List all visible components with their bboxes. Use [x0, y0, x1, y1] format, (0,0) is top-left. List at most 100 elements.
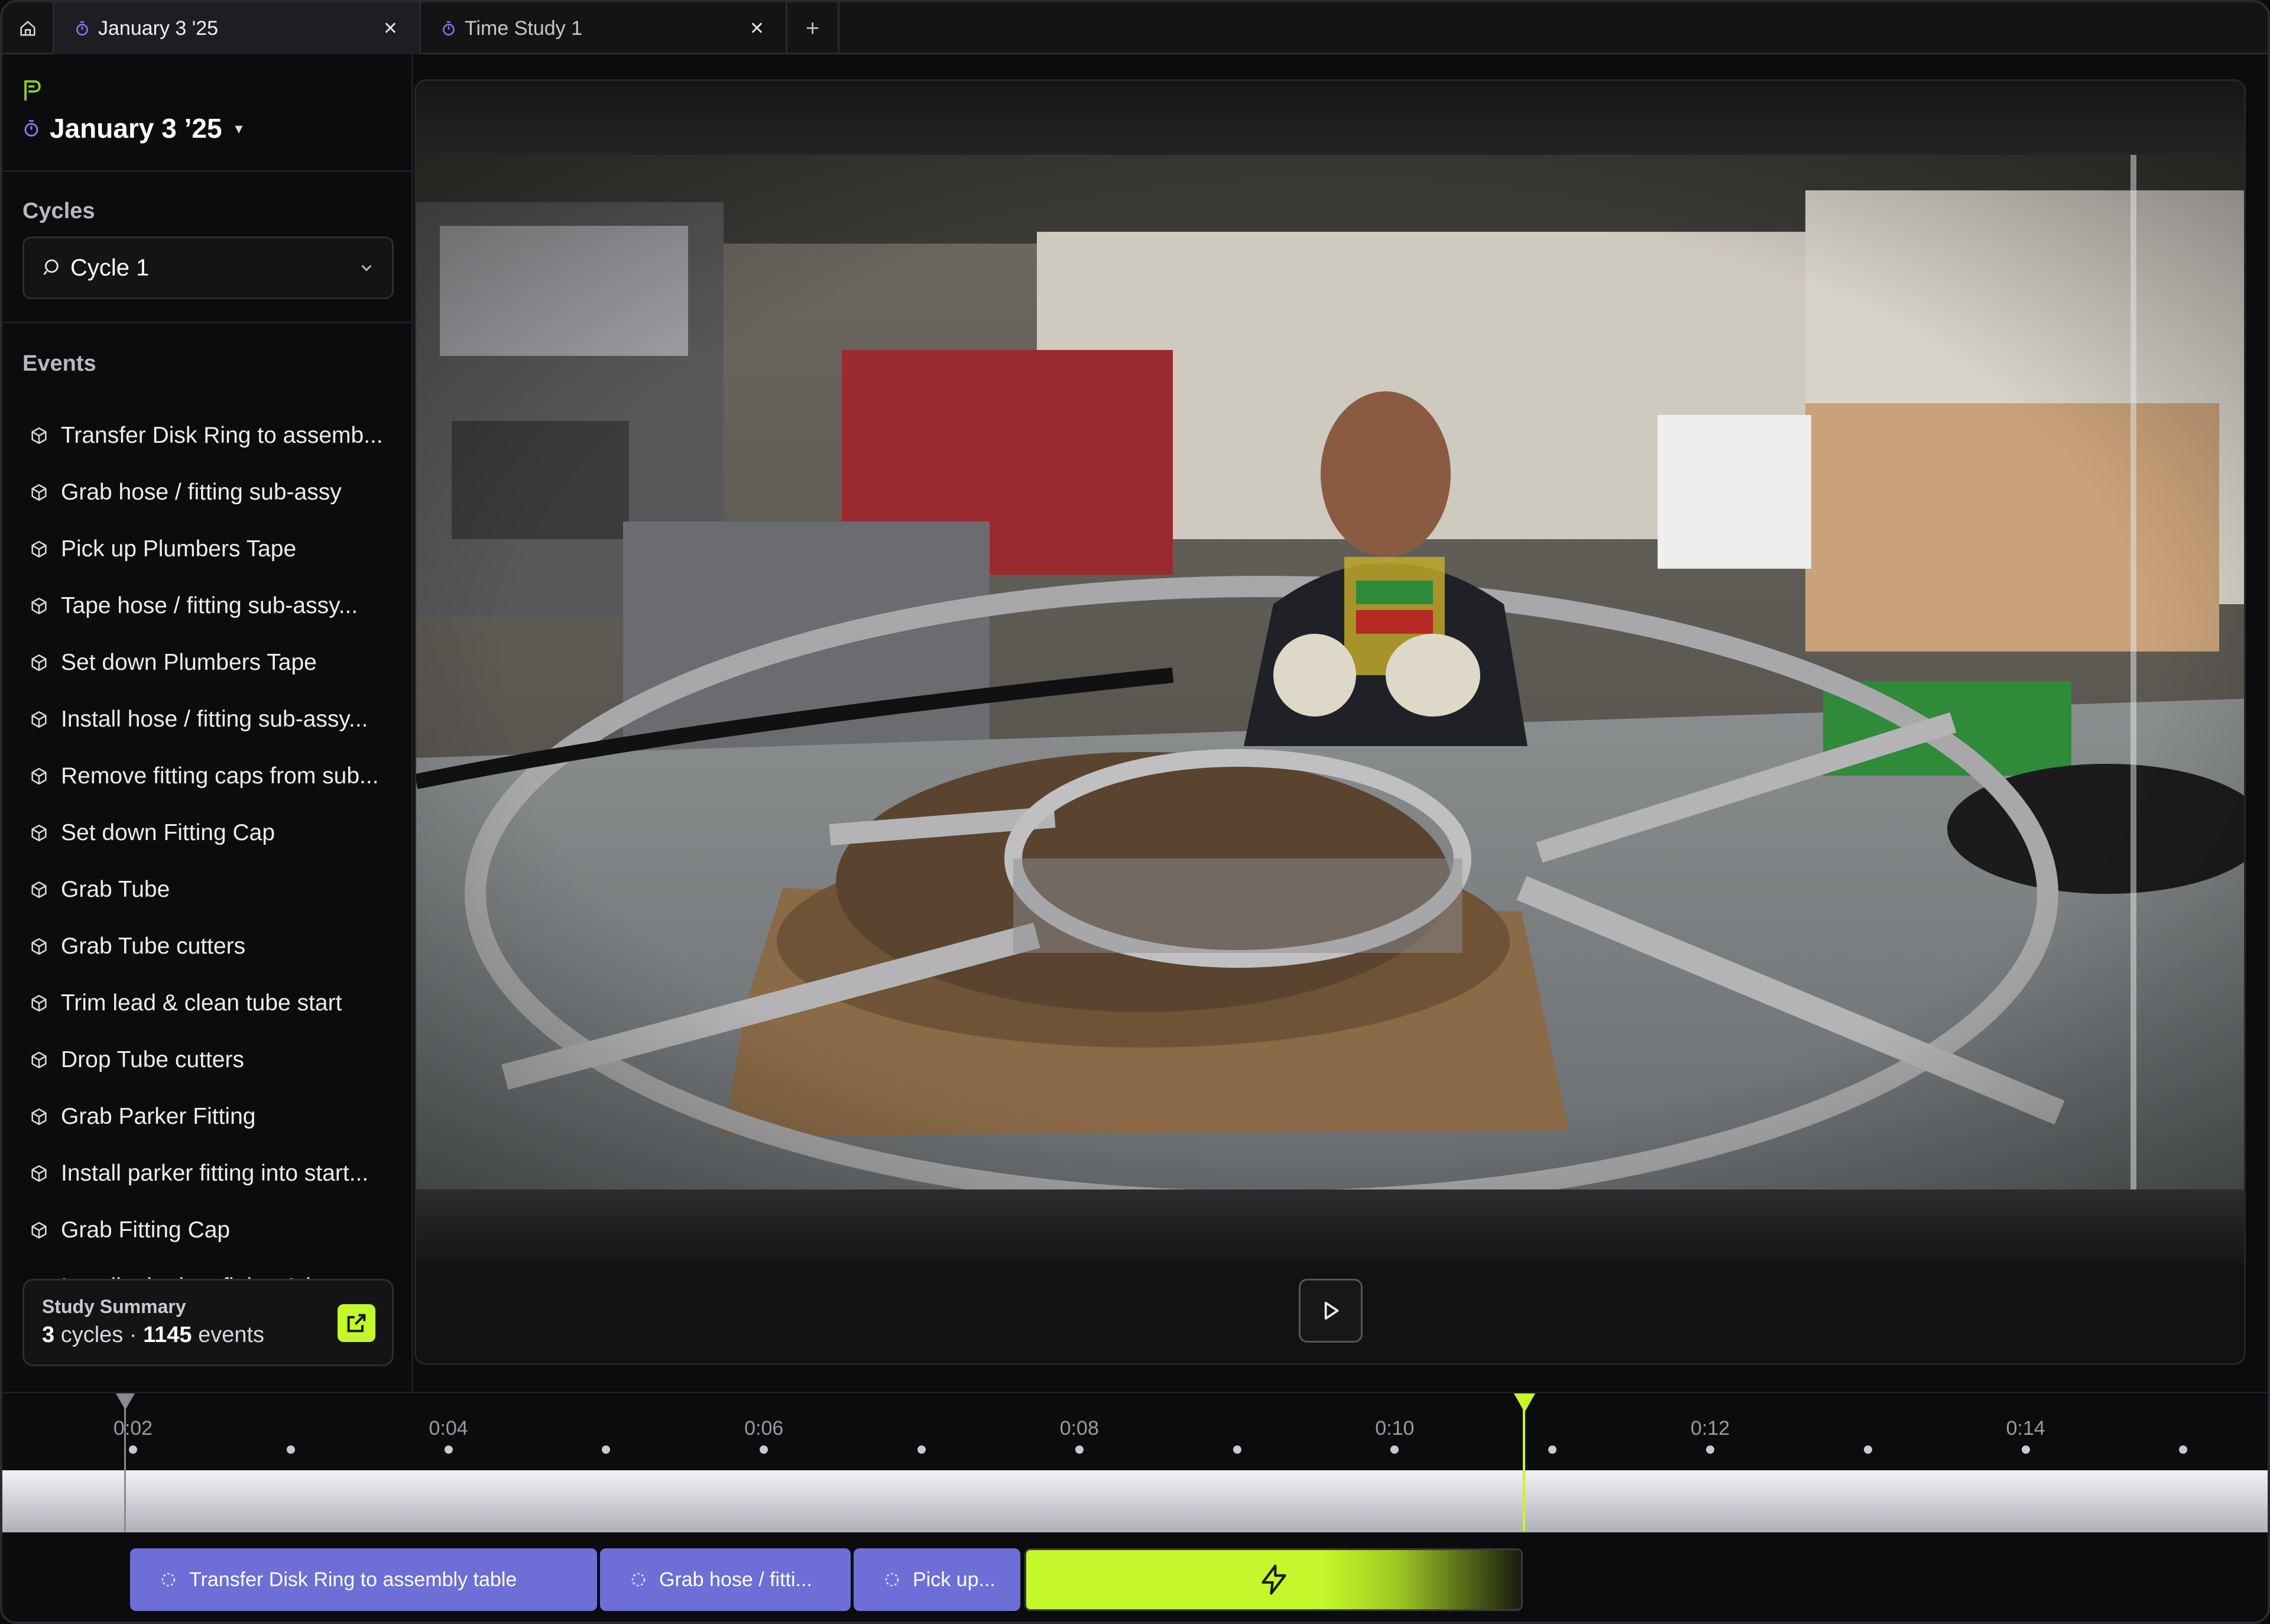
- tab-title: January 3 '25: [98, 17, 219, 40]
- dashed-circle-icon: [161, 1573, 176, 1587]
- trim-start-marker[interactable]: [124, 1393, 126, 1532]
- tick-label: 0:04: [429, 1417, 468, 1440]
- event-list-item[interactable]: Install hose / fitting sub-assy...: [2, 691, 413, 748]
- cube-icon: [31, 1221, 47, 1239]
- cube-icon: [31, 654, 47, 672]
- events-count: 1145: [143, 1322, 192, 1347]
- cycles-heading: Cycles: [22, 199, 95, 223]
- tick-dot: [2179, 1445, 2188, 1454]
- trim-start-handle[interactable]: [116, 1393, 135, 1410]
- brand-logo-icon: [24, 80, 41, 101]
- event-label: Transfer Disk Ring to assemb...: [61, 423, 383, 448]
- event-label: Tape hose / fitting sub-assy...: [61, 593, 358, 618]
- video-frame[interactable]: [416, 81, 2244, 1263]
- event-list-item[interactable]: Transfer Disk Ring to assemb...: [2, 407, 413, 464]
- event-label: Trim lead & clean tube start: [61, 990, 342, 1016]
- event-label: Set down Fitting Cap: [61, 820, 275, 845]
- tick-dot: [602, 1445, 611, 1454]
- playhead[interactable]: [1523, 1393, 1525, 1531]
- close-icon[interactable]: ✕: [750, 18, 764, 39]
- event-segment-label: Pick up...: [913, 1568, 995, 1591]
- event-list-item[interactable]: Grab hose / fitting sub-assy: [2, 464, 413, 521]
- event-list-item[interactable]: Drop Tube cutters: [2, 1032, 413, 1088]
- event-list-item[interactable]: Pick up Plumbers Tape: [2, 521, 413, 578]
- cube-icon: [31, 881, 47, 899]
- dashed-circle-icon: [885, 1573, 899, 1587]
- chevron-down-icon: [361, 265, 372, 271]
- event-list-item[interactable]: Set down Fitting Cap: [2, 805, 413, 861]
- events-heading: Events: [22, 351, 96, 376]
- event-label: Grab hose / fitting sub-assy: [61, 479, 342, 505]
- tab-time-study[interactable]: Time Study 1 ✕: [421, 2, 787, 54]
- event-segment[interactable]: Grab hose / fitti...: [600, 1548, 851, 1611]
- tick-dot: [1548, 1445, 1557, 1454]
- app-window: January 3 '25 ✕ Time Study 1 ✕ + January…: [0, 0, 2270, 1624]
- cube-icon: [31, 994, 47, 1012]
- study-title-text: January 3 ’25: [50, 113, 222, 144]
- event-list-item[interactable]: Trim lead & clean tube start: [2, 975, 413, 1032]
- tick-dot: [1863, 1445, 1872, 1454]
- tick-dot: [917, 1445, 926, 1454]
- study-summary-card: Study Summary 3 cycles · 1145 events: [22, 1279, 394, 1366]
- events-word: events: [198, 1322, 265, 1347]
- tab-study-january[interactable]: January 3 '25 ✕: [54, 2, 421, 54]
- cycle-select[interactable]: Cycle 1: [22, 236, 394, 299]
- cube-icon: [31, 824, 47, 842]
- stopwatch-icon: [76, 21, 88, 36]
- recording-segment[interactable]: [1024, 1548, 1523, 1611]
- home-tab[interactable]: [2, 2, 54, 54]
- cube-icon: [31, 597, 47, 615]
- cube-icon: [31, 711, 47, 728]
- event-label: Pick up Plumbers Tape: [61, 536, 297, 562]
- cycle-icon: [43, 259, 59, 275]
- event-list-item[interactable]: Grab Tube cutters: [2, 918, 413, 975]
- event-list: Transfer Disk Ring to assemb... Grab hose…: [2, 407, 413, 1279]
- cube-icon: [31, 1108, 47, 1126]
- tab-bar: January 3 '25 ✕ Time Study 1 ✕ +: [2, 2, 2268, 54]
- divider: [2, 170, 413, 172]
- event-list-item[interactable]: Remove fitting caps from sub...: [2, 748, 413, 805]
- new-tab-button[interactable]: +: [787, 2, 839, 54]
- event-segment-label: Transfer Disk Ring to assembly table: [189, 1568, 517, 1591]
- cycle-select-value: Cycle 1: [70, 254, 150, 281]
- event-label: Grab Parker Fitting: [61, 1104, 256, 1129]
- play-icon: [1324, 1301, 1339, 1320]
- event-list-item[interactable]: Grab Parker Fitting: [2, 1088, 413, 1145]
- playhead-handle[interactable]: [1514, 1393, 1535, 1412]
- event-list-item[interactable]: Set down Plumbers Tape: [2, 634, 413, 691]
- event-label: Set down Plumbers Tape: [61, 650, 317, 675]
- cube-icon: [31, 1165, 47, 1182]
- timeline-track[interactable]: [2, 1470, 2268, 1532]
- event-label: Remove fitting caps from sub...: [61, 763, 379, 789]
- event-segment[interactable]: Pick up...: [854, 1548, 1020, 1611]
- event-list-item[interactable]: Grab Fitting Cap: [2, 1202, 413, 1259]
- cube-icon: [31, 427, 47, 445]
- open-summary-button[interactable]: [338, 1304, 375, 1342]
- video-letterbox-bottom: [416, 1189, 2244, 1263]
- tick-label: 0:08: [1059, 1417, 1099, 1440]
- tick-dot: [1233, 1445, 1241, 1454]
- event-list-item[interactable]: Tape hose / fitting sub-assy...: [2, 578, 413, 634]
- tick-label: 0:12: [1690, 1417, 1730, 1440]
- cube-icon: [31, 1051, 47, 1069]
- event-list-item[interactable]: Install tube into fitting & insta...: [2, 1259, 413, 1279]
- tick-label: 0:10: [1375, 1417, 1415, 1440]
- tick-label: 0:02: [113, 1417, 153, 1440]
- close-icon[interactable]: ✕: [383, 18, 398, 39]
- event-segment[interactable]: Transfer Disk Ring to assembly table: [130, 1548, 597, 1611]
- event-list-item[interactable]: Grab Tube: [2, 861, 413, 918]
- summary-stats: 3 cycles · 1145 events: [42, 1322, 374, 1348]
- stopwatch-icon: [24, 120, 38, 137]
- home-icon: [20, 21, 35, 36]
- event-label: Install parker fitting into start...: [61, 1161, 369, 1186]
- tick-dot: [286, 1445, 295, 1454]
- event-label: Drop Tube cutters: [61, 1047, 244, 1072]
- timeline[interactable]: Transfer Disk Ring to assembly table Gra…: [2, 1392, 2268, 1622]
- tick-dot: [129, 1445, 137, 1454]
- dashed-circle-icon: [631, 1573, 646, 1587]
- study-title[interactable]: January 3 ’25 ▾: [22, 112, 243, 144]
- event-list-item[interactable]: Install parker fitting into start...: [2, 1145, 413, 1202]
- play-button[interactable]: [1299, 1279, 1363, 1343]
- tab-title: Time Study 1: [465, 17, 583, 40]
- tick-dot: [760, 1445, 768, 1454]
